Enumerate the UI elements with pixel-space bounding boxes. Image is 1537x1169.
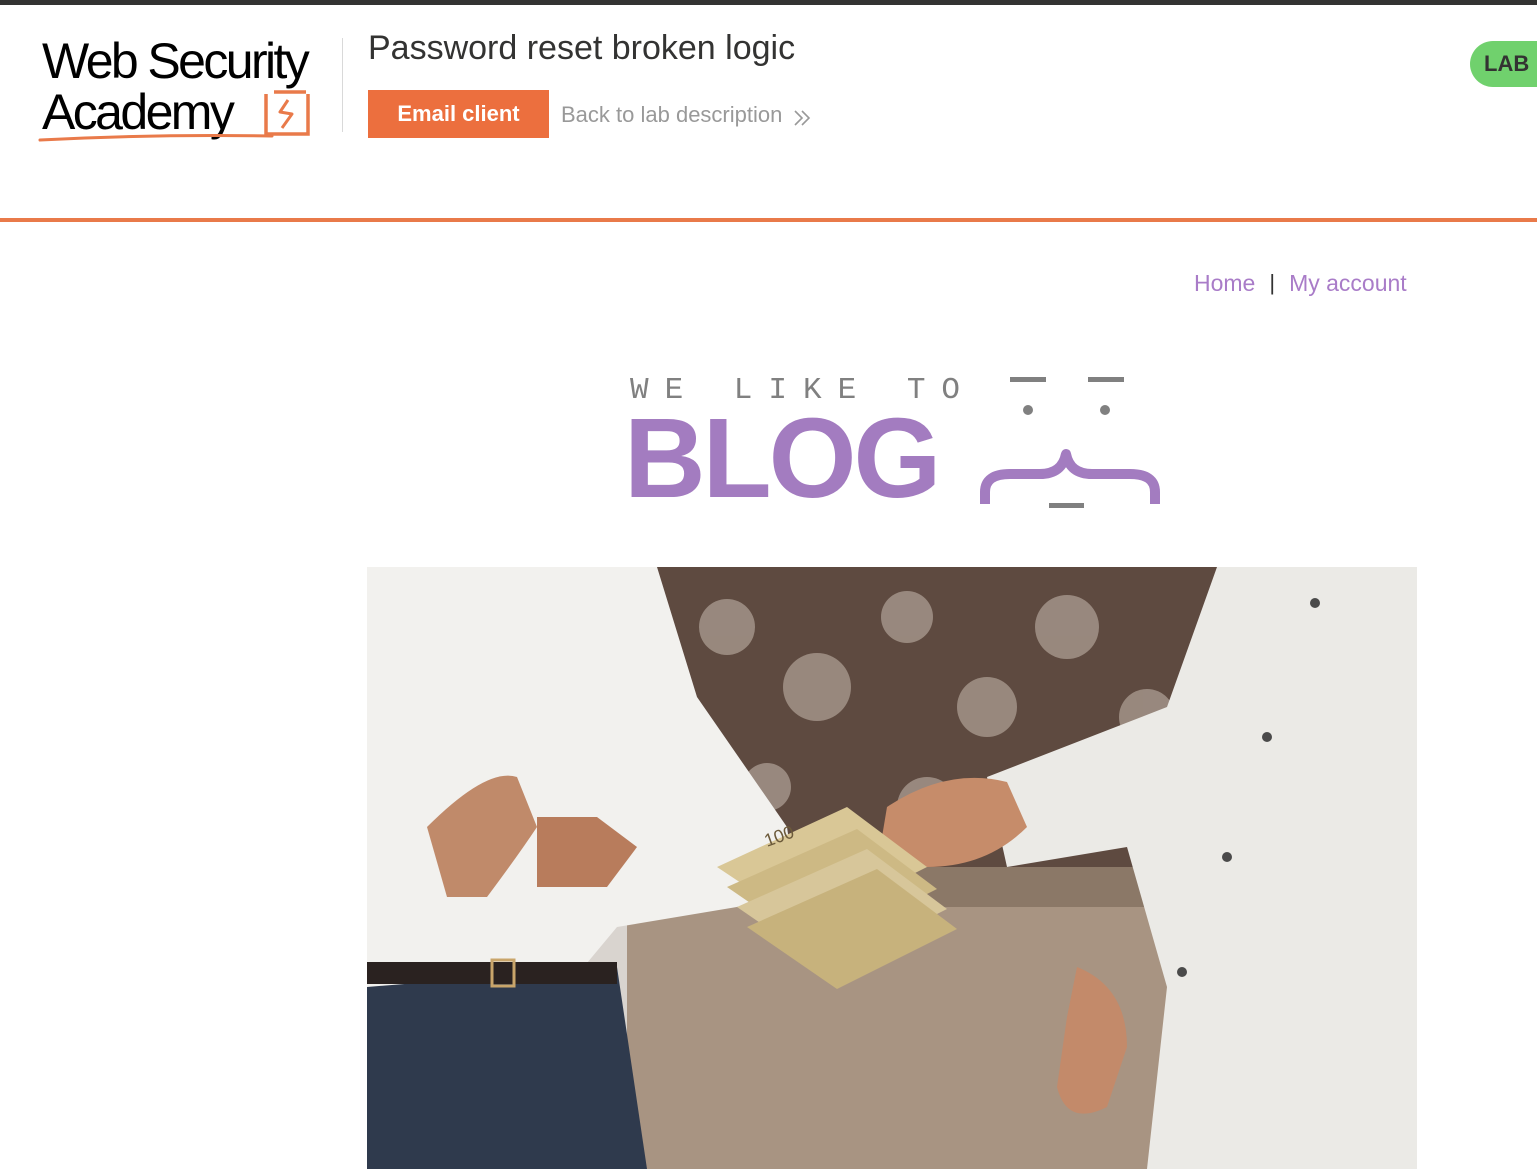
logo-divider — [342, 38, 343, 132]
header-divider — [0, 218, 1537, 222]
back-to-lab-description-link[interactable]: Back to lab description — [561, 99, 812, 131]
curly-brace-face-icon — [980, 377, 1160, 508]
back-link-label: Back to lab description — [561, 102, 783, 127]
blog-banner: WE LIKE TO BLOG — [620, 370, 1165, 520]
web-security-academy-logo[interactable]: Web Security Academy — [36, 30, 346, 148]
hero-illustration: 100 — [367, 567, 1417, 1169]
lab-title: Password reset broken logic — [368, 29, 796, 67]
nav-separator: | — [1269, 270, 1276, 295]
lab-status-badge: LAB — [1470, 41, 1537, 87]
nav-my-account-link[interactable]: My account — [1289, 270, 1407, 297]
lab-badge-label: LAB — [1484, 51, 1530, 76]
top-nav: Home | My account — [1194, 267, 1407, 299]
logo-flask-icon — [38, 90, 310, 142]
double-chevron-right-icon — [792, 105, 812, 126]
blog-hero-image[interactable]: 100 — [367, 567, 1417, 1169]
email-client-button[interactable]: Email client — [368, 90, 549, 138]
nav-home-link[interactable]: Home — [1194, 270, 1255, 297]
